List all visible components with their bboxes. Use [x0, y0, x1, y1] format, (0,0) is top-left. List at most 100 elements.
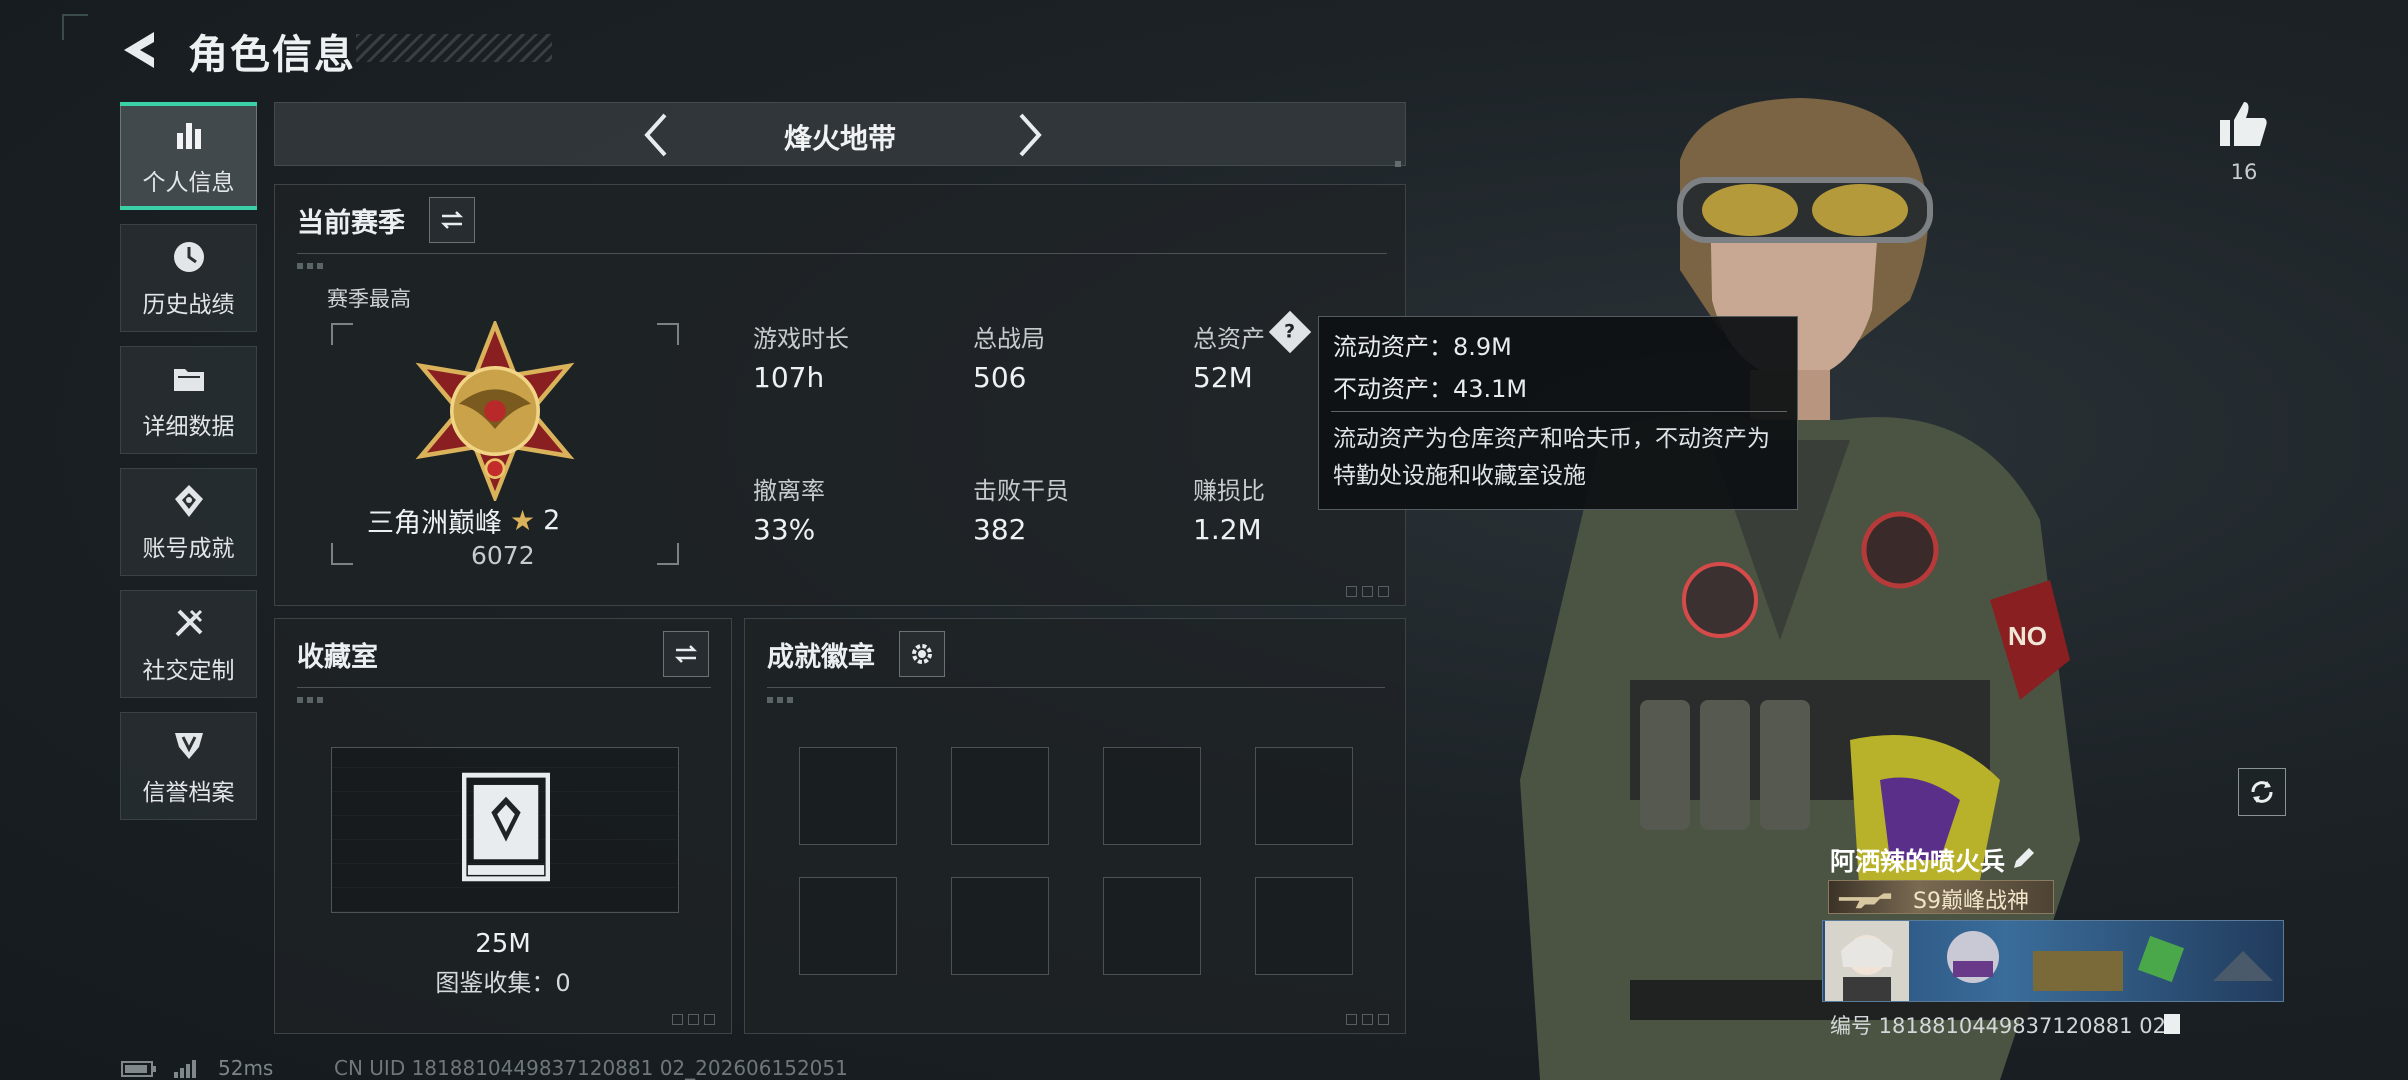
rifle-icon	[1838, 893, 1892, 909]
collection-value: 25M	[475, 929, 531, 959]
help-icon: ?	[1284, 321, 1296, 343]
sidebar-item-detailed-data[interactable]: 详细数据	[120, 346, 257, 454]
sidebar-item-label: 历史战绩	[142, 292, 235, 318]
frame-corner	[331, 323, 353, 345]
battery-signal-icon	[121, 1060, 196, 1078]
tooltip-liquid-assets: 流动资产：8.9M	[1333, 333, 1512, 361]
rank-name-text: 三角洲巅峰	[367, 508, 502, 539]
badge-slot[interactable]	[1255, 747, 1353, 845]
title-hatch-decoration	[356, 34, 552, 62]
map-selector: 烽火地带	[274, 102, 1406, 167]
banner-artwork	[1947, 931, 2273, 991]
tools-icon	[175, 609, 202, 637]
avatar	[1825, 921, 1909, 1001]
title-plate-text: S9巅峰战神	[1913, 889, 2029, 914]
stat-label: 总资产	[1193, 325, 1265, 353]
tooltip-description: 流动资产为仓库资产和哈夫币，不动资产为特勤处设施和收藏室设施	[1333, 426, 1770, 489]
stat-value: 107h	[753, 361, 825, 394]
rotate-model-button[interactable]	[2238, 768, 2286, 816]
badge-slot[interactable]	[951, 877, 1049, 975]
stat-label: 撤离率	[753, 477, 825, 505]
stat-value: 1.2M	[1193, 513, 1262, 546]
sidebar-item-label: 账号成就	[142, 536, 235, 562]
stat-value: 33%	[753, 513, 816, 546]
frame-corner	[657, 543, 679, 565]
like-count: 16	[2230, 160, 2258, 184]
sidebar-item-achievements[interactable]: 账号成就	[120, 468, 257, 576]
asset-tooltip: 流动资产：8.9M 不动资产：43.1M 流动资产为仓库资产和哈夫币，不动资产为…	[1318, 316, 1798, 510]
panel-divider	[297, 687, 711, 688]
panel-divider	[767, 687, 1385, 688]
dash-decoration	[297, 263, 327, 269]
cn-uid: CN UID 1818810449837120881 02_2026061520…	[334, 1056, 848, 1080]
sidebar-item-label: 信誉档案	[142, 780, 235, 806]
frame-corner	[331, 543, 353, 565]
stat-label: 击败干员	[973, 477, 1069, 505]
collection-preview[interactable]	[331, 747, 679, 913]
stat-label: 总战局	[973, 325, 1045, 353]
sidebar-item-label: 社交定制	[142, 658, 235, 684]
badge-slot[interactable]	[1103, 877, 1201, 975]
map-name: 烽火地带	[783, 122, 896, 155]
collection-switch-button[interactable]	[663, 631, 709, 677]
badge-slot[interactable]	[1103, 747, 1201, 845]
title-plate: S9巅峰战神	[1828, 880, 2054, 914]
dash-decoration	[767, 697, 797, 703]
svg-text:NO: NO	[2008, 621, 2047, 651]
folder-icon	[173, 369, 204, 391]
vault-icon	[462, 772, 550, 882]
ping-latency: 52ms	[218, 1056, 274, 1080]
chevron-right-icon[interactable]	[1005, 111, 1053, 159]
panel-divider	[297, 253, 1387, 254]
tooltip-divider	[1331, 411, 1787, 412]
back-arrow-icon[interactable]	[118, 28, 166, 72]
badges-panel: 成就徽章	[744, 618, 1406, 1034]
collection-panel: 收藏室 25M 图鉴收集：0	[274, 618, 732, 1034]
badge-slot[interactable]	[799, 877, 897, 975]
season-best-label: 赛季最高	[327, 287, 411, 311]
player-name: 阿洒辣的喷火兵	[1830, 847, 2006, 876]
copy-icon[interactable]	[2162, 1012, 2182, 1036]
season-title: 当前赛季	[297, 208, 405, 239]
tooltip-fixed-assets: 不动资产：43.1M	[1333, 375, 1528, 403]
collection-catalog: 图鉴收集：0	[435, 969, 571, 997]
sidebar-item-history[interactable]: 历史战绩	[120, 224, 257, 332]
star-icon: ★	[510, 504, 536, 537]
badges-settings-button[interactable]	[899, 631, 945, 677]
stat-value: 52M	[1193, 361, 1253, 394]
page-title: 角色信息	[188, 32, 356, 78]
stat-label: 游戏时长	[753, 325, 849, 353]
swap-icon	[674, 645, 698, 663]
thumbs-up-icon[interactable]	[2216, 96, 2272, 152]
player-uid: 编号 1818810449837120881 02	[1830, 1014, 2166, 1038]
dash-decoration	[297, 697, 327, 703]
clock-icon	[173, 242, 204, 272]
sidebar-item-label: 详细数据	[142, 414, 235, 440]
asset-info-button[interactable]: ?	[1268, 310, 1312, 354]
rank-score: 6072	[471, 541, 535, 570]
season-switch-button[interactable]	[429, 197, 475, 243]
rank-emblem-icon	[415, 321, 575, 501]
player-banner[interactable]	[1822, 920, 2284, 1002]
sidebar-item-reputation[interactable]: 信誉档案	[120, 712, 257, 820]
badge-slot[interactable]	[1255, 877, 1353, 975]
collection-title: 收藏室	[297, 642, 378, 673]
gear-icon	[912, 644, 932, 664]
bar-chart-icon	[176, 123, 201, 149]
rank-star-count: 2	[543, 505, 561, 536]
stat-label: 赚损比	[1193, 477, 1265, 505]
badge-slot[interactable]	[951, 747, 1049, 845]
corner-decoration	[62, 14, 88, 40]
stat-value: 506	[973, 361, 1027, 394]
shield-icon	[174, 733, 203, 759]
badge-slot[interactable]	[799, 747, 897, 845]
frame-corner	[657, 323, 679, 345]
swap-icon	[440, 211, 464, 229]
corner-decoration	[672, 1014, 715, 1025]
sidebar-item-personal-info[interactable]: 个人信息	[120, 102, 257, 210]
stat-value: 382	[973, 513, 1027, 546]
achievement-icon	[174, 485, 203, 517]
sidebar-item-label: 个人信息	[142, 170, 235, 196]
edit-pencil-icon[interactable]	[2010, 844, 2038, 872]
sidebar-item-social-custom[interactable]: 社交定制	[120, 590, 257, 698]
